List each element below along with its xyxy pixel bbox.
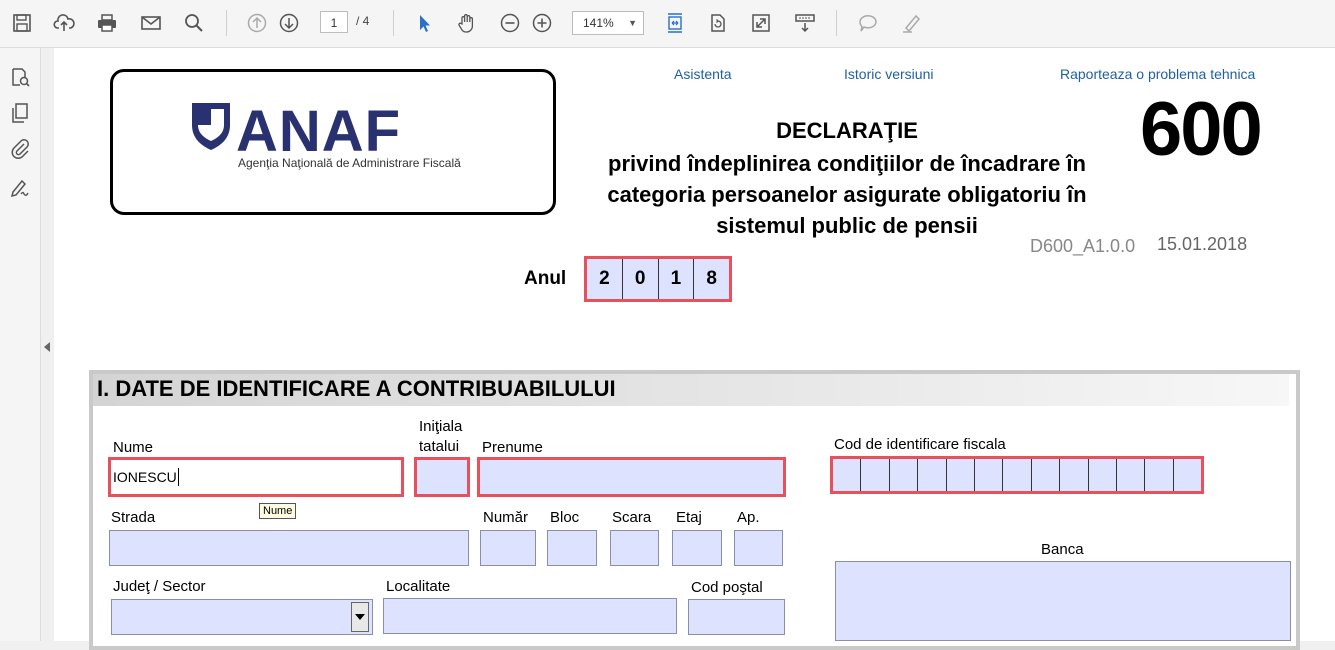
link-asistenta[interactable]: Asistenta xyxy=(674,66,732,82)
fullscreen-icon[interactable] xyxy=(748,10,774,36)
label-localitate: Localitate xyxy=(386,578,451,595)
select-icon[interactable] xyxy=(411,10,437,36)
label-etaj: Etaj xyxy=(676,509,702,526)
zoom-select[interactable]: 141% ▼ xyxy=(572,11,644,35)
banca-field[interactable] xyxy=(835,561,1291,641)
field-tooltip: Nume xyxy=(259,503,297,519)
judet-dropdown-button[interactable] xyxy=(351,602,369,632)
form-number: 600 xyxy=(1140,87,1263,172)
mail-icon[interactable] xyxy=(138,10,164,36)
scara-field[interactable] xyxy=(610,530,659,566)
collapse-panel-arrow-icon[interactable] xyxy=(44,342,50,352)
declaration-title: DECLARAŢIE xyxy=(776,118,918,143)
chevron-down-icon: ▼ xyxy=(628,18,637,28)
form-date: 15.01.2018 xyxy=(1157,234,1248,254)
label-strada: Strada xyxy=(111,509,156,526)
scroll-mode-icon[interactable] xyxy=(792,10,818,36)
main-toolbar: 1 / 4 141% ▼ xyxy=(0,0,1335,48)
strada-field[interactable] xyxy=(109,530,469,566)
link-raporteaza-problema[interactable]: Raporteaza o problema tehnica xyxy=(1060,66,1255,82)
nume-value: IONESCU xyxy=(113,469,177,485)
highlight-icon[interactable] xyxy=(898,10,924,36)
link-istoric-versiuni[interactable]: Istoric versiuni xyxy=(844,66,933,82)
label-cod-postal: Cod poştal xyxy=(691,579,763,596)
ap-field[interactable] xyxy=(734,530,783,566)
fit-width-icon[interactable] xyxy=(662,10,688,36)
label-initiala: Iniţiala xyxy=(419,418,463,435)
zoom-value: 141% xyxy=(583,16,614,30)
label-prenume: Prenume xyxy=(482,439,543,456)
print-icon[interactable] xyxy=(94,10,120,36)
label-judet: Judeţ / Sector xyxy=(113,578,206,595)
left-tool-rail xyxy=(0,48,41,641)
comment-icon[interactable] xyxy=(855,10,881,36)
page-number-input[interactable]: 1 xyxy=(320,11,348,33)
text-cursor xyxy=(178,468,179,486)
etaj-field[interactable] xyxy=(672,530,722,566)
next-page-icon[interactable] xyxy=(276,10,302,36)
year-digit[interactable]: 2 xyxy=(587,259,623,299)
cif-field[interactable] xyxy=(830,456,1204,494)
anaf-logo-word: ANAF xyxy=(236,99,402,164)
label-numar: Număr xyxy=(483,509,529,526)
zoom-out-icon[interactable] xyxy=(497,10,523,36)
page-total: / 4 xyxy=(356,14,370,28)
signature-icon[interactable] xyxy=(7,174,33,200)
anaf-logo-subtitle: Agenţia Naţională de Administrare Fiscal… xyxy=(238,156,461,170)
cod-postal-field[interactable] xyxy=(688,599,785,635)
label-banca: Banca xyxy=(1041,541,1084,558)
declaration-subtitle: privind îndeplinirea condiţiilor de înca… xyxy=(607,151,1087,238)
label-bloc: Bloc xyxy=(550,509,580,526)
pages-search-icon[interactable] xyxy=(7,64,33,90)
prev-page-icon[interactable] xyxy=(244,10,270,36)
year-digit[interactable]: 8 xyxy=(694,259,729,299)
label-nume: Nume xyxy=(113,439,154,456)
localitate-field[interactable] xyxy=(383,598,677,634)
search-icon[interactable] xyxy=(181,10,207,36)
chevron-down-icon xyxy=(355,614,365,620)
pages-thumbnails-icon[interactable] xyxy=(7,100,33,126)
anaf-shield-icon xyxy=(192,103,230,150)
judet-dropdown[interactable] xyxy=(111,599,373,635)
rotate-icon[interactable] xyxy=(705,10,731,36)
hand-icon[interactable] xyxy=(454,10,480,36)
year-digit[interactable]: 1 xyxy=(659,259,695,299)
form-code: D600_A1.0.0 xyxy=(1030,236,1136,256)
save-icon[interactable] xyxy=(9,10,35,36)
initiala-tatalui-field[interactable] xyxy=(414,457,470,497)
paperclip-icon[interactable] xyxy=(7,136,33,162)
label-cif: Cod de identificare fiscala xyxy=(834,436,1006,453)
label-ap: Ap. xyxy=(737,509,760,526)
label-scara: Scara xyxy=(612,509,652,526)
label-tatalui: tatalui xyxy=(419,438,460,455)
year-label: Anul xyxy=(524,268,567,289)
prenume-field[interactable] xyxy=(477,457,786,497)
numar-field[interactable] xyxy=(480,530,536,566)
year-field[interactable]: 2 0 1 8 xyxy=(584,256,732,302)
upload-icon[interactable] xyxy=(51,10,77,36)
year-digit[interactable]: 0 xyxy=(623,259,659,299)
section-title: I. DATE DE IDENTIFICARE A CONTRIBUABILUL… xyxy=(97,376,616,401)
zoom-in-icon[interactable] xyxy=(529,10,555,36)
bloc-field[interactable] xyxy=(547,530,597,566)
